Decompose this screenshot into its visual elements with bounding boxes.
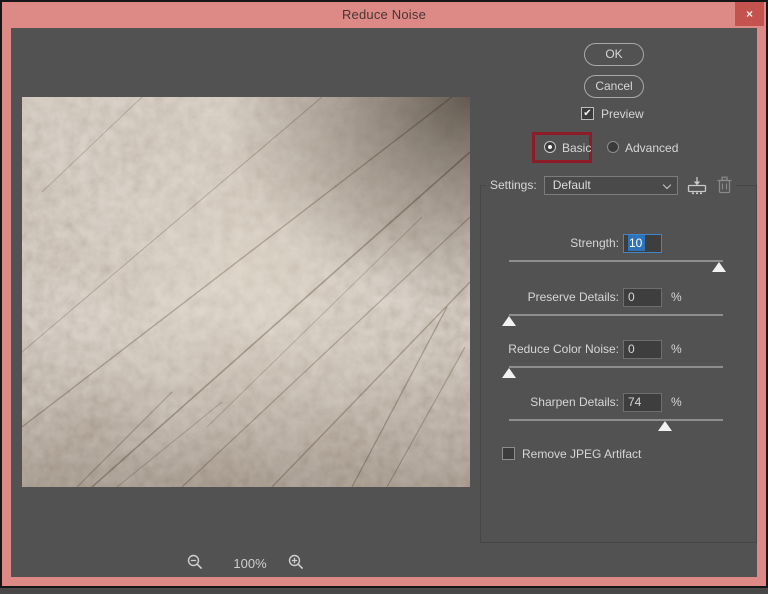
close-icon[interactable]: × bbox=[735, 2, 764, 26]
settings-row: Settings: Default bbox=[486, 174, 736, 196]
sharpen-details-slider-track[interactable] bbox=[509, 419, 723, 421]
reduce-color-noise-unit: % bbox=[671, 342, 682, 356]
reduce-color-noise-row: Reduce Color Noise: 0 % bbox=[469, 340, 725, 386]
save-preset-icon[interactable] bbox=[687, 176, 708, 195]
strength-slider-thumb[interactable] bbox=[711, 262, 726, 272]
preserve-details-slider-track[interactable] bbox=[509, 314, 723, 316]
preserve-details-row: Preserve Details: 0 % bbox=[469, 288, 725, 334]
preserve-details-field[interactable]: 0 bbox=[623, 288, 662, 307]
basic-radio[interactable] bbox=[544, 141, 556, 153]
preserve-details-label: Preserve Details: bbox=[527, 290, 619, 304]
noise-texture-image bbox=[22, 97, 470, 487]
remove-jpeg-artifact-checkbox[interactable] bbox=[502, 447, 515, 460]
titlebar[interactable]: Reduce Noise × bbox=[2, 2, 766, 28]
advanced-radio[interactable] bbox=[607, 141, 619, 153]
zoom-in-icon[interactable] bbox=[288, 554, 305, 571]
reduce-color-noise-slider-track[interactable] bbox=[509, 366, 723, 368]
strength-field[interactable]: 10 bbox=[623, 234, 662, 253]
ok-button[interactable]: OK bbox=[584, 43, 644, 66]
sharpen-details-field[interactable]: 74 bbox=[623, 393, 662, 412]
reduce-color-noise-label: Reduce Color Noise: bbox=[508, 342, 619, 356]
preserve-details-slider-thumb[interactable] bbox=[502, 316, 516, 326]
cancel-button[interactable]: Cancel bbox=[584, 75, 644, 98]
sharpen-details-unit: % bbox=[671, 395, 682, 409]
settings-preset-dropdown[interactable]: Default bbox=[543, 175, 678, 195]
strength-slider-track[interactable] bbox=[509, 260, 723, 262]
radio-dot bbox=[548, 145, 552, 149]
preview-label: Preview bbox=[601, 107, 644, 121]
preserve-details-unit: % bbox=[671, 290, 682, 304]
sharpen-details-row: Sharpen Details: 74 % bbox=[469, 393, 725, 439]
dialog-content: 100% OK Cancel ✔ Preview Basic Advanced … bbox=[11, 28, 757, 577]
remove-jpeg-artifact-label: Remove JPEG Artifact bbox=[522, 447, 642, 461]
sharpen-details-slider-thumb[interactable] bbox=[658, 421, 673, 431]
delete-preset-trash-icon[interactable] bbox=[717, 176, 732, 194]
strength-label: Strength: bbox=[570, 236, 619, 250]
zoom-level: 100% bbox=[233, 556, 267, 571]
basic-radio-label: Basic bbox=[562, 141, 592, 155]
preview-checkbox[interactable]: ✔ bbox=[581, 107, 594, 120]
settings-preset-value: Default bbox=[552, 177, 591, 192]
reduce-color-noise-field[interactable]: 0 bbox=[623, 340, 662, 359]
zoom-controls: 100% bbox=[181, 552, 321, 576]
reduce-color-noise-slider-thumb[interactable] bbox=[502, 368, 516, 378]
sharpen-details-label: Sharpen Details: bbox=[530, 395, 619, 409]
reduce-noise-dialog: Reduce Noise × 100% OK Cancel ✔ Preview … bbox=[0, 0, 768, 588]
image-preview[interactable] bbox=[22, 97, 470, 487]
advanced-radio-label: Advanced bbox=[625, 141, 679, 155]
zoom-out-icon[interactable] bbox=[187, 554, 204, 571]
strength-row: Strength: 10 bbox=[469, 234, 726, 280]
dialog-title: Reduce Noise bbox=[341, 7, 427, 22]
chevron-down-icon bbox=[662, 180, 671, 189]
settings-label: Settings: bbox=[490, 178, 537, 192]
